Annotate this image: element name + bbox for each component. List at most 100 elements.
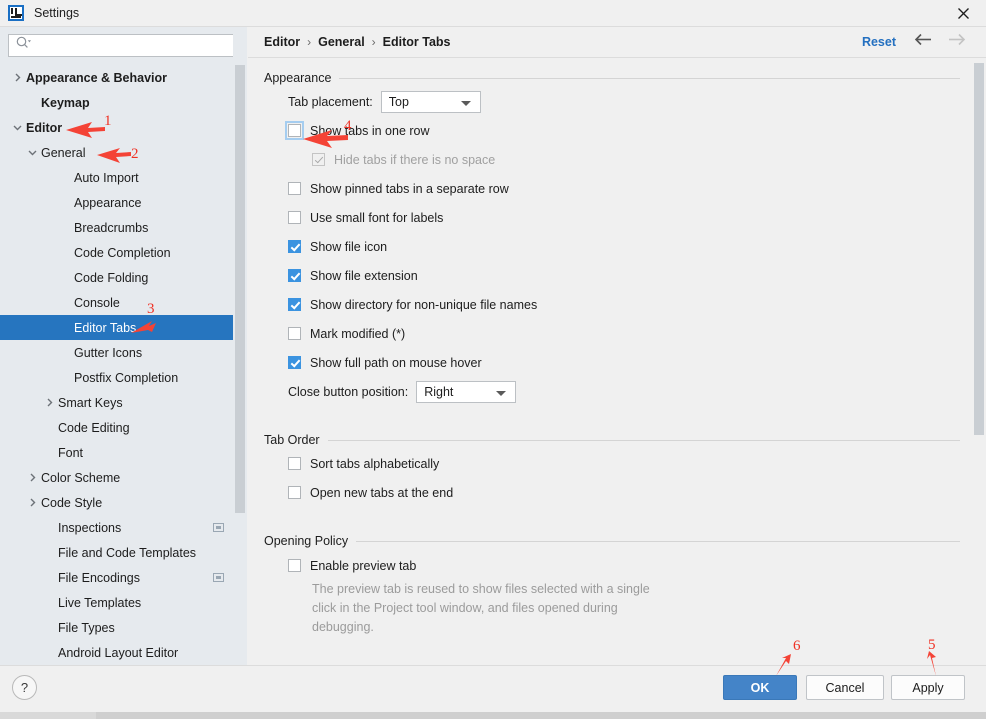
intellij-idea-icon: [8, 5, 24, 21]
sidebar-item-code-completion[interactable]: Code Completion: [0, 240, 247, 265]
sidebar-item-file-and-code-templates[interactable]: File and Code Templates: [0, 540, 247, 565]
content-scrollbar-thumb[interactable]: [974, 63, 984, 435]
sidebar-item-code-style[interactable]: Code Style: [0, 490, 247, 515]
sidebar-item-color-scheme[interactable]: Color Scheme: [0, 465, 247, 490]
section-divider: [356, 540, 960, 542]
cancel-button[interactable]: Cancel: [806, 675, 884, 700]
sidebar-item-console[interactable]: Console: [0, 290, 247, 315]
enable-preview-tab-checkbox[interactable]: [288, 559, 301, 572]
show-tabs-in-one-row-checkbox[interactable]: [285, 121, 304, 140]
tab-placement-value: Top: [388, 94, 409, 109]
sidebar-scrollbar-thumb[interactable]: [235, 65, 245, 513]
sidebar-item-label: File Encodings: [58, 570, 140, 585]
close-icon[interactable]: [940, 0, 986, 26]
sort-tabs-alphabetically-label: Sort tabs alphabetically: [310, 456, 440, 471]
settings-tree: Appearance & Behavior Keymap Editor General…: [0, 63, 247, 665]
enable-preview-tab-label: Enable preview tab: [310, 558, 417, 573]
sidebar-item-inspections[interactable]: Inspections: [0, 515, 247, 540]
sidebar-item-breadcrumbs[interactable]: Breadcrumbs: [0, 215, 247, 240]
arrow-left-icon[interactable]: [914, 33, 933, 51]
sidebar-item-label: Smart Keys: [58, 395, 123, 410]
sidebar-item-label: Code Editing: [58, 420, 130, 435]
chevron-down-icon[interactable]: [25, 146, 39, 160]
close-button-position-select[interactable]: Right: [416, 380, 517, 403]
show-full-path-on-mouse-hover-label: Show full path on mouse hover: [310, 355, 482, 370]
sidebar-item-keymap[interactable]: Keymap: [0, 90, 247, 115]
sidebar-item-appearance-behavior[interactable]: Appearance & Behavior: [0, 65, 247, 90]
chevron-right-icon[interactable]: [25, 496, 39, 510]
sidebar-item-live-templates[interactable]: Live Templates: [0, 590, 247, 615]
show-file-extension-row: Show file extension: [264, 261, 962, 290]
show-file-extension-checkbox[interactable]: [288, 269, 301, 282]
apply-button[interactable]: Apply: [891, 675, 965, 700]
sidebar-item-label: Inspections: [58, 520, 122, 535]
sidebar-item-code-folding[interactable]: Code Folding: [0, 265, 247, 290]
sort-tabs-alphabetically-row: Sort tabs alphabetically: [264, 449, 962, 478]
sidebar-item-android-layout-editor[interactable]: Android Layout Editor: [0, 640, 247, 665]
tab-placement-select[interactable]: Top: [380, 90, 481, 113]
chevron-right-icon[interactable]: [25, 471, 39, 485]
sidebar-item-gutter-icons[interactable]: Gutter Icons: [0, 340, 247, 365]
tab-placement-label: Tab placement:: [288, 94, 373, 109]
sidebar-item-editor-tabs[interactable]: Editor Tabs: [0, 315, 247, 340]
sidebar-item-appearance[interactable]: Appearance: [0, 190, 247, 215]
hide-tabs-if-there-is-no-space-row: Hide tabs if there is no space: [264, 145, 962, 174]
sidebar-item-postfix-completion[interactable]: Postfix Completion: [0, 365, 247, 390]
dialog-footer: ? OK Cancel Apply: [0, 665, 986, 719]
sidebar-item-label: File Types: [58, 620, 115, 635]
content-scrollbar-track[interactable]: [972, 58, 986, 672]
use-small-font-for-labels-checkbox[interactable]: [288, 211, 301, 224]
mark-modified-row: Mark modified (*): [264, 319, 962, 348]
arrow-right-icon[interactable]: [947, 33, 966, 51]
sidebar-item-general[interactable]: General: [0, 140, 247, 165]
settings-sidebar: Appearance & Behavior Keymap Editor General…: [0, 27, 247, 672]
open-new-tabs-at-the-end-checkbox[interactable]: [288, 486, 301, 499]
show-file-icon-label: Show file icon: [310, 239, 388, 254]
show-full-path-on-mouse-hover-checkbox[interactable]: [288, 356, 301, 369]
breadcrumb-item-general[interactable]: General: [318, 35, 365, 49]
sidebar-item-label: Auto Import: [74, 170, 139, 185]
enable-preview-tab-row: Enable preview tab: [264, 551, 962, 580]
sidebar-item-code-editing[interactable]: Code Editing: [0, 415, 247, 440]
sidebar-item-editor[interactable]: Editor: [0, 115, 247, 140]
sidebar-item-auto-import[interactable]: Auto Import: [0, 165, 247, 190]
breadcrumb-item-editor[interactable]: Editor: [264, 35, 300, 49]
sidebar-item-font[interactable]: Font: [0, 440, 247, 465]
section-divider: [339, 77, 960, 79]
ok-button[interactable]: OK: [723, 675, 797, 700]
use-small-font-for-labels-row: Use small font for labels: [264, 203, 962, 232]
breadcrumb-separator: ›: [307, 35, 312, 49]
sidebar-item-smart-keys[interactable]: Smart Keys: [0, 390, 247, 415]
chevron-down-icon[interactable]: [10, 121, 24, 135]
chevron-right-icon[interactable]: [10, 71, 24, 85]
sidebar-item-label: Android Layout Editor: [58, 645, 179, 660]
open-new-tabs-at-the-end-label: Open new tabs at the end: [310, 485, 454, 500]
search-input[interactable]: [35, 38, 225, 53]
show-file-icon-checkbox[interactable]: [288, 240, 301, 253]
sidebar-item-label: Appearance & Behavior: [26, 70, 168, 85]
hide-tabs-if-there-is-no-space-checkbox: [312, 153, 325, 166]
search-box[interactable]: [8, 34, 239, 57]
show-pinned-tabs-in-a-separate-row-checkbox[interactable]: [288, 182, 301, 195]
sidebar-scrollbar-track[interactable]: [233, 27, 247, 672]
show-file-extension-label: Show file extension: [310, 268, 418, 283]
show-directory-for-non-unique-file-names-checkbox[interactable]: [288, 298, 301, 311]
chevron-right-icon[interactable]: [42, 396, 56, 410]
hide-tabs-if-there-is-no-space-label: Hide tabs if there is no space: [334, 152, 496, 167]
show-pinned-tabs-in-a-separate-row-row: Show pinned tabs in a separate row: [264, 174, 962, 203]
sort-tabs-alphabetically-checkbox[interactable]: [288, 457, 301, 470]
help-button[interactable]: ?: [12, 675, 37, 700]
sidebar-item-file-types[interactable]: File Types: [0, 615, 247, 640]
reset-link[interactable]: Reset: [862, 35, 896, 49]
settings-panel: Appearance Tab placement: Top Show tabs …: [248, 71, 986, 637]
sidebar-item-file-encodings[interactable]: File Encodings: [0, 565, 247, 590]
mark-modified-checkbox[interactable]: [288, 327, 301, 340]
sidebar-item-label: Color Scheme: [41, 470, 121, 485]
